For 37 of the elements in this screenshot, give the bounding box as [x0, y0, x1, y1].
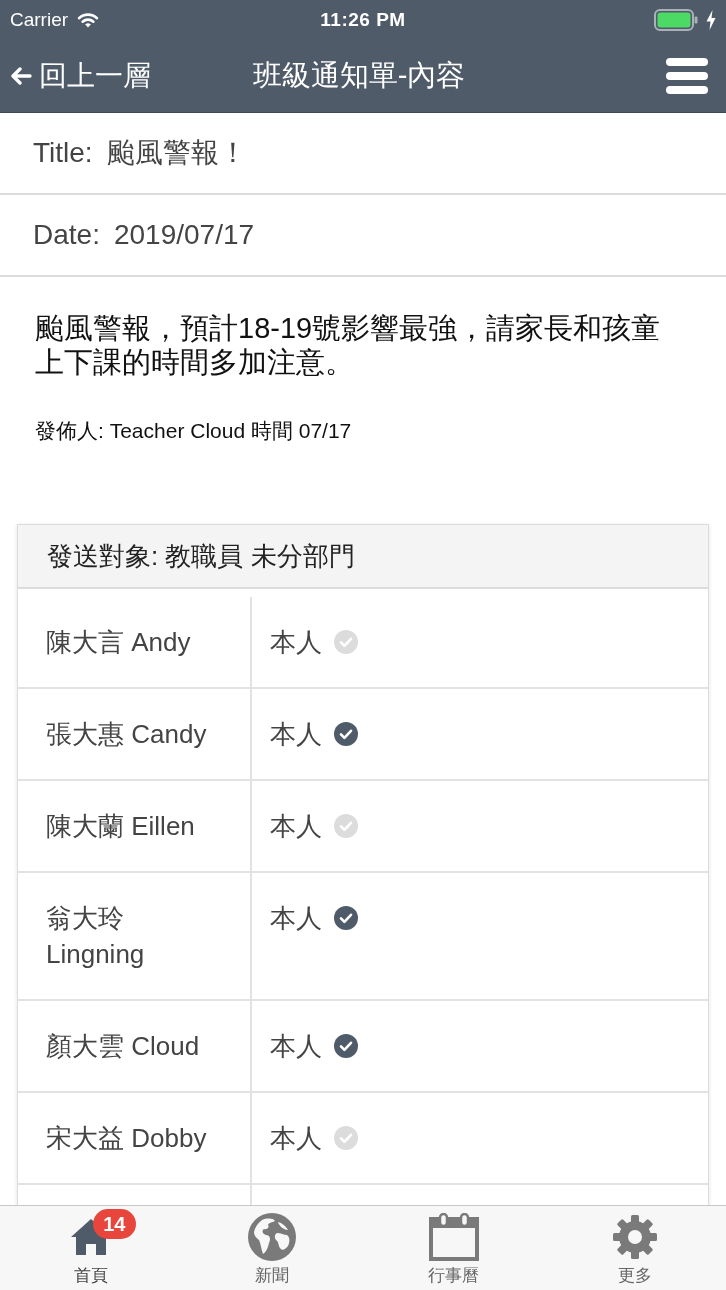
tab-item[interactable]: 14 首頁 [0, 1206, 182, 1290]
clock-time: 11:26 PM [320, 9, 406, 31]
calendar-icon [428, 1213, 479, 1261]
tab-item[interactable]: 行事曆 [363, 1206, 545, 1290]
arrow-left-icon [10, 67, 32, 85]
recipient-name: 宋大益 Dobby [18, 1093, 252, 1183]
field-label: Title: [33, 137, 93, 169]
back-button[interactable]: 回上一層 [10, 57, 151, 95]
message-body: 颱風警報，預計18-19號影響最強，請家長和孩童上下課的時間多加注意。 [35, 311, 662, 379]
recipient-name: 張大惠 Candy [18, 689, 252, 779]
recipients-heading: 發送對象: 教職員 未分部門 [18, 525, 708, 589]
carrier-name: Carrier [10, 9, 69, 31]
notification-badge: 14 [92, 1209, 136, 1239]
charging-bolt-icon [706, 10, 716, 30]
relation-text: 本人 [270, 718, 322, 751]
relation-text: 本人 [270, 1030, 322, 1063]
relation-text: 本人 [270, 810, 322, 843]
tab-item[interactable]: 新聞 [181, 1206, 363, 1290]
globe-icon [248, 1213, 297, 1261]
menu-icon [666, 58, 708, 94]
field-label: Date: [33, 219, 100, 251]
recipient-name: 陳大言 Andy [18, 597, 252, 687]
recipient-name: 陳大蘭 Eillen [18, 781, 252, 871]
field-value: 颱風警報！ [106, 136, 247, 170]
battery-icon [654, 9, 698, 31]
tab-item[interactable]: 更多 [544, 1206, 726, 1290]
recipient-name: 翁大玲 Lingning [18, 873, 252, 999]
relation-text: 本人 [270, 1122, 322, 1155]
publisher-line: 發佈人: Teacher Cloud 時間 07/17 [35, 418, 353, 444]
relation-text: 本人 [270, 902, 322, 935]
relation-text: 本人 [270, 626, 322, 659]
settings-icon [613, 1215, 658, 1259]
screen-title: 班級通知單-內容 [252, 58, 466, 93]
recipient-name: 顏大雲 Cloud [18, 1001, 252, 1091]
wifi-icon [77, 12, 100, 28]
menu-button[interactable] [666, 58, 708, 94]
field-value: 2019/07/17 [113, 219, 255, 251]
